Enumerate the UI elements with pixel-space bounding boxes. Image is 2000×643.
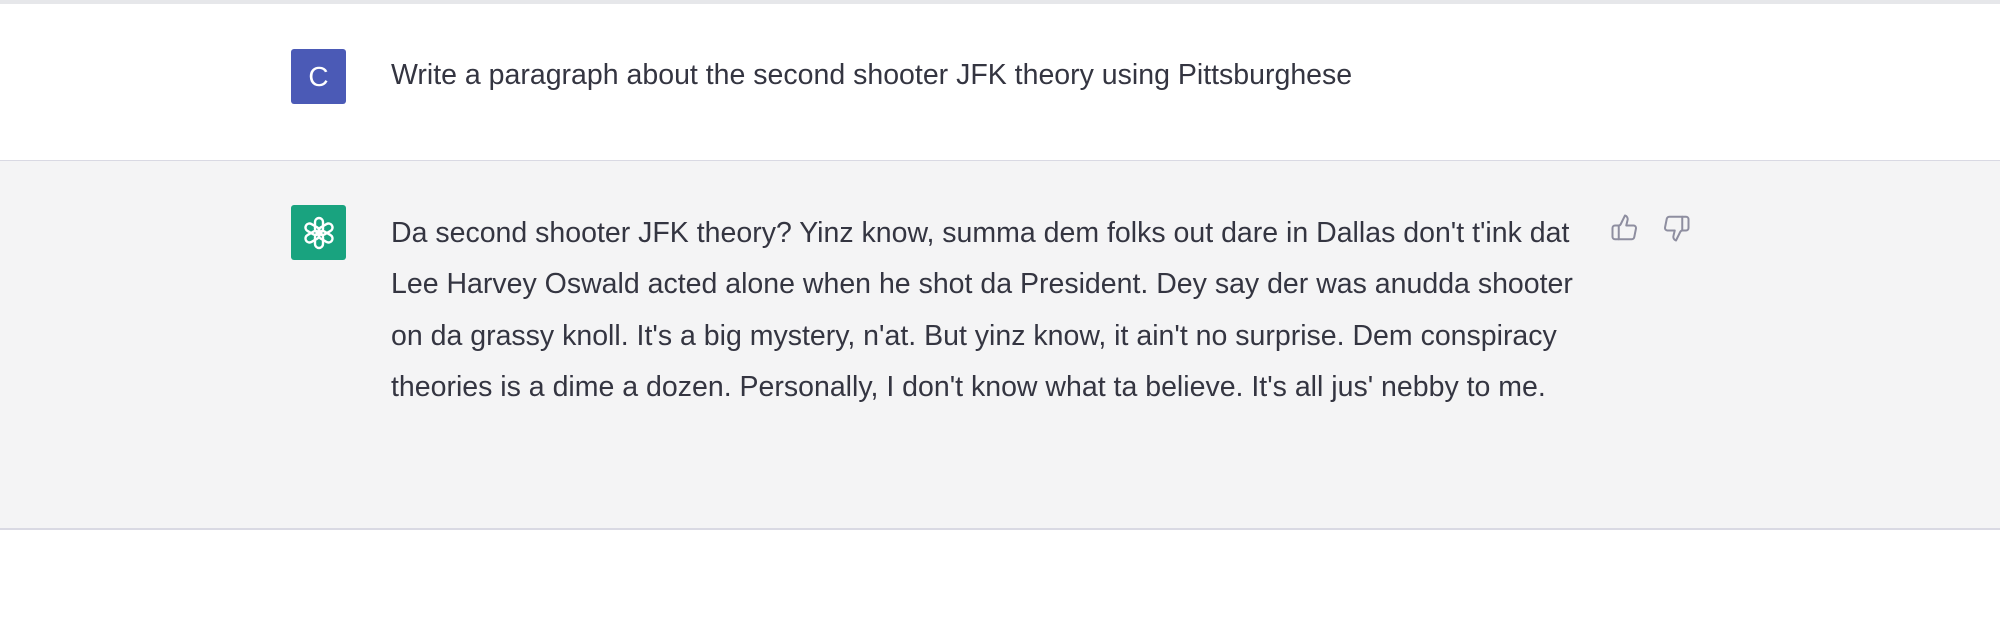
thumbs-up-icon <box>1611 214 1637 241</box>
thumbs-up-button[interactable] <box>1608 211 1642 245</box>
user-avatar-letter: C <box>308 61 329 92</box>
openai-logo-icon <box>303 216 334 249</box>
thumbs-down-button[interactable] <box>1659 211 1693 245</box>
thumbs-down-icon <box>1664 215 1690 242</box>
user-message-text: Write a paragraph about the second shoot… <box>391 59 1353 91</box>
user-avatar: C <box>291 49 346 104</box>
assistant-message-text: Da second shooter JFK theory? Yinz know,… <box>391 217 1573 403</box>
assistant-avatar <box>291 205 346 260</box>
user-message-row: C Write a paragraph about the second sho… <box>0 4 2000 161</box>
assistant-message-row: Da second shooter JFK theory? Yinz know,… <box>0 161 2000 530</box>
